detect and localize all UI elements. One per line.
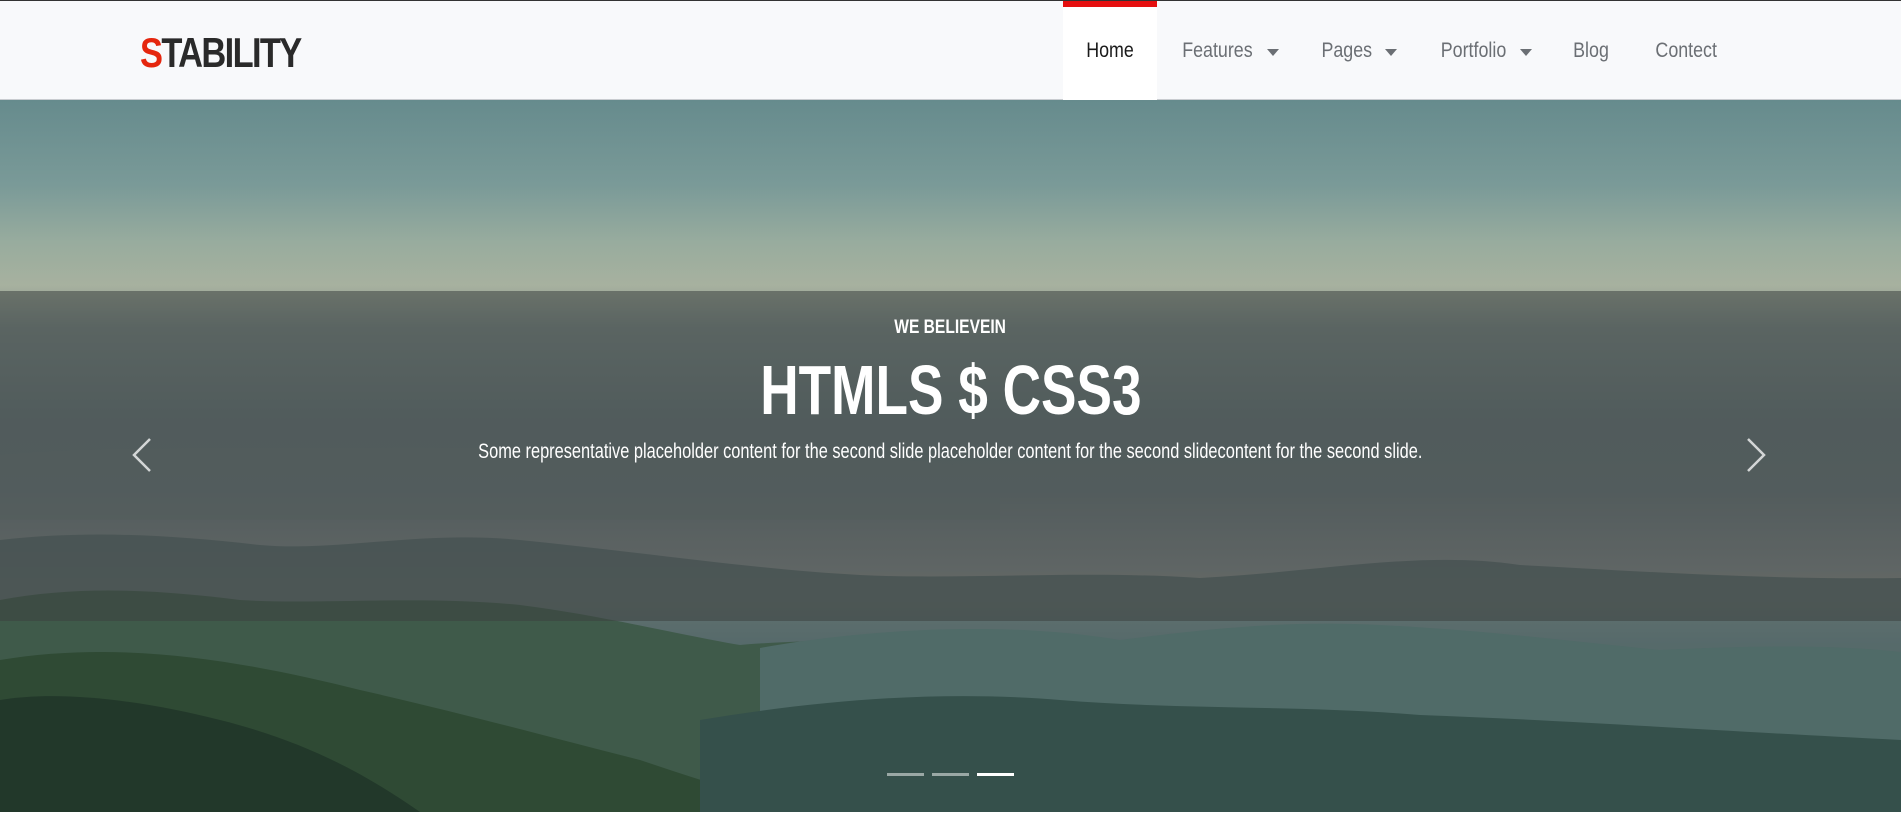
nav-item-label: Pages — [1321, 39, 1373, 62]
slide-eyebrow-text: WE BELIEVEIN — [894, 317, 1007, 338]
slide-headline-text: HTMLS $ CSS3 — [759, 351, 1142, 429]
carousel-prev-button[interactable] — [122, 427, 162, 483]
slide-caption: Some representative placeholder content … — [0, 440, 1901, 464]
carousel-indicators — [0, 773, 1901, 776]
nav-item-label: Contect — [1655, 39, 1717, 62]
carousel-indicator-3[interactable] — [977, 773, 1014, 776]
chevron-right-icon — [1747, 438, 1766, 472]
nav-item-home[interactable]: Home — [1063, 1, 1158, 101]
hero-carousel: WE BELIEVEIN HTMLS $ CSS3 Some represent… — [0, 100, 1901, 812]
nav-item-features[interactable]: Features — [1157, 1, 1298, 101]
nav-item-label: Portfolio — [1440, 39, 1506, 62]
caret-down-icon — [1267, 48, 1279, 56]
carousel-next-button[interactable] — [1736, 427, 1776, 483]
slide-eyebrow: WE BELIEVEIN — [0, 317, 1901, 339]
nav-item-label: Home — [1086, 39, 1134, 62]
brand-logo[interactable]: STABILITY — [140, 29, 302, 77]
brand-rest: TABILITY — [161, 29, 302, 76]
caret-down-icon — [1384, 48, 1397, 56]
nav-item-label: Features — [1182, 39, 1253, 62]
nav-item-label: Blog — [1572, 39, 1609, 62]
nav-item-pages[interactable]: Pages — [1298, 1, 1416, 101]
carousel-indicator-2[interactable] — [932, 773, 969, 776]
carousel-indicator-1[interactable] — [887, 773, 924, 776]
nav-item-blog[interactable]: Blog — [1551, 1, 1631, 101]
brand-first-letter: S — [140, 29, 163, 76]
slide-headline: HTMLS $ CSS3 — [0, 348, 1901, 432]
nav-item-portfolio[interactable]: Portfolio — [1416, 1, 1551, 101]
chevron-left-icon — [132, 438, 151, 472]
nav-item-contact[interactable]: Contect — [1631, 1, 1741, 101]
main-nav: Home Features Pages Portfolio Blog Conte… — [1063, 1, 1741, 101]
slide-caption-text: Some representative placeholder content … — [478, 440, 1423, 463]
navbar: STABILITY Home Features Pages Portfolio … — [0, 0, 1901, 101]
caret-down-icon — [1519, 48, 1532, 56]
